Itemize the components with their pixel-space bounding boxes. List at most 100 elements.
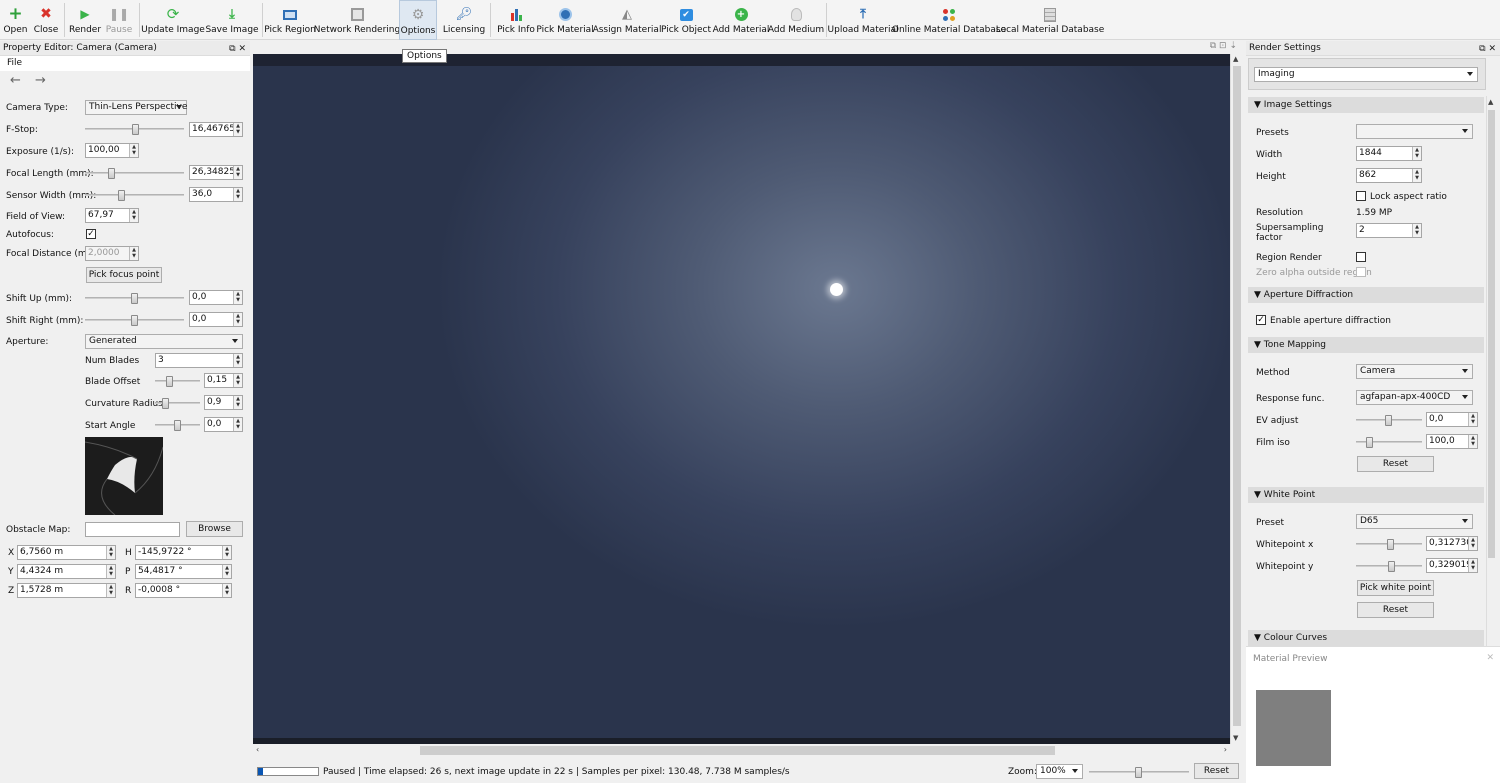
enable-diffraction-checkbox[interactable]: ✓ [1256,315,1266,325]
viewport-dock-controls[interactable]: ⧉ ⊡ ⇣ [1210,41,1237,51]
fstop-slider[interactable] [85,124,184,135]
sensor-width-field[interactable]: 36,0 ▲ ▼ [189,187,243,202]
curvature-radius-field[interactable]: 0,9 ▲ ▼ [204,395,243,410]
height-field[interactable]: 862 ▲ ▼ [1356,168,1422,183]
shift-right-field[interactable]: 0,0 ▲ ▼ [189,312,243,327]
tone-mapping-header[interactable]: ▼ Tone Mapping [1248,337,1484,353]
settings-mode-select[interactable]: Imaging [1254,67,1478,82]
object-icon: ✔ [678,6,695,23]
open-button[interactable]: + Open [3,0,28,40]
focal-distance-field[interactable]: 2,0000 ▲ ▼ [85,246,139,261]
refresh-icon: ⟳ [166,5,180,23]
presets-select[interactable] [1356,124,1473,139]
shift-up-slider[interactable] [85,293,184,304]
start-angle-label: Start Angle [85,421,136,431]
focal-length-field[interactable]: 26,348250 ▲ ▼ [189,165,243,180]
settings-scrollbar[interactable]: ▲ [1486,96,1496,646]
viewport-horizontal-scrollbar[interactable]: ‹ › [253,744,1230,757]
white-preset-select[interactable]: D65 [1356,514,1473,529]
upload-material-button[interactable]: ⤒ Upload Material [828,0,899,40]
obstacle-map-field[interactable] [85,522,180,537]
panel-controls[interactable]: ⧉ ✕ [1479,42,1496,56]
forward-arrow-icon[interactable]: → [35,73,46,88]
aperture-diffraction-header[interactable]: ▼ Aperture Diffraction [1248,287,1484,303]
fov-field[interactable]: 67,97 ▲ ▼ [85,208,139,223]
render-button[interactable]: ▶ Render [69,0,101,40]
fstop-field[interactable]: 16,467656 ▲ ▼ [189,122,243,137]
options-button[interactable]: ⚙ Options [399,0,437,40]
colour-curves-header[interactable]: ▼ Colour Curves [1248,630,1484,646]
pause-button[interactable]: ❚❚ Pause [104,0,134,40]
region-render-checkbox[interactable] [1356,252,1366,262]
pick-object-button[interactable]: ✔ Pick Object [661,0,711,40]
close-button[interactable]: ✖ Close [33,0,59,40]
r-field[interactable]: -0,0008 ° ▲ ▼ [135,583,232,598]
tone-reset-button[interactable]: Reset [1357,456,1434,472]
start-angle-slider[interactable] [155,420,200,431]
whitepoint-x-slider[interactable] [1356,539,1422,550]
panel-controls[interactable]: ⧉ ✕ [229,42,246,56]
blade-offset-field[interactable]: 0,15 ▲ ▼ [204,373,243,388]
x-field[interactable]: 6,7560 m ▲ ▼ [17,545,116,560]
ev-adjust-field[interactable]: 0,0 ▲ ▼ [1426,412,1478,427]
exposure-field[interactable]: 100,00 ▲ ▼ [85,143,139,158]
y-field[interactable]: 4,4324 m ▲ ▼ [17,564,116,579]
lock-aspect-checkbox[interactable] [1356,191,1366,201]
curvature-radius-label: Curvature Radius [85,399,163,409]
viewport-vertical-scrollbar[interactable]: ▲ ▼ [1230,54,1243,744]
pick-material-button[interactable]: Pick Material [536,0,594,40]
aperture-select[interactable]: Generated [85,334,243,349]
zero-alpha-checkbox[interactable] [1356,267,1366,277]
whitepoint-y-field[interactable]: 0,329019 ▲ ▼ [1426,558,1478,573]
shift-up-field[interactable]: 0,0 ▲ ▼ [189,290,243,305]
film-iso-slider[interactable] [1356,437,1422,448]
image-settings-header[interactable]: ▼ Image Settings [1248,97,1484,113]
zoom-reset-button[interactable]: Reset [1194,763,1239,779]
sensor-width-slider[interactable] [85,190,184,201]
save-image-button[interactable]: ⤓ Save Image [205,0,258,40]
start-angle-field[interactable]: 0,0 ▲ ▼ [204,417,243,432]
camera-type-select[interactable]: Thin-Lens Perspective [85,100,187,115]
zoom-slider[interactable] [1089,767,1189,778]
white-reset-button[interactable]: Reset [1357,602,1434,618]
menu-file[interactable]: File [7,58,22,68]
num-blades-field[interactable]: 3 ▲ ▼ [155,353,243,368]
supersampling-field[interactable]: 2 ▲ ▼ [1356,223,1422,238]
shift-right-slider[interactable] [85,315,184,326]
online-material-database-button[interactable]: Online Material Database [892,0,1006,40]
white-point-header[interactable]: ▼ White Point [1248,487,1484,503]
paint-bucket-icon: ◭ [622,7,632,22]
p-field[interactable]: 54,4817 ° ▲ ▼ [135,564,232,579]
network-rendering-button[interactable]: Network Rendering [314,0,400,40]
autofocus-checkbox[interactable]: ✓ [86,229,96,239]
add-material-button[interactable]: + Add Material [713,0,769,40]
whitepoint-x-field[interactable]: 0,312730 ▲ ▼ [1426,536,1478,551]
local-material-database-button[interactable]: Local Material Database [996,0,1104,40]
h-field[interactable]: -145,9722 ° ▲ ▼ [135,545,232,560]
licensing-button[interactable]: 🔑︎ Licensing [443,0,485,40]
pick-info-button[interactable]: Pick Info [496,0,536,40]
curvature-radius-slider[interactable] [155,398,200,409]
zoom-select[interactable]: 100% [1036,764,1083,779]
ev-adjust-slider[interactable] [1356,415,1422,426]
width-field[interactable]: 1844 ▲ ▼ [1356,146,1422,161]
pick-white-point-button[interactable]: Pick white point [1357,580,1434,596]
method-select[interactable]: Camera [1356,364,1473,379]
pick-focus-point-button[interactable]: Pick focus point [86,267,162,283]
back-arrow-icon[interactable]: ← [10,73,21,88]
focal-length-slider[interactable] [85,168,184,179]
method-label: Method [1256,368,1290,378]
add-medium-button[interactable]: Add Medium [768,0,824,40]
browse-button[interactable]: Browse [186,521,243,537]
update-image-button[interactable]: ⟳ Update Image [141,0,205,40]
pick-region-button[interactable]: Pick Region [264,0,316,40]
blade-offset-slider[interactable] [155,376,200,387]
film-iso-label: Film iso [1256,438,1290,448]
film-iso-field[interactable]: 100,0 ▲ ▼ [1426,434,1478,449]
whitepoint-y-slider[interactable] [1356,561,1422,572]
z-field[interactable]: 1,5728 m ▲ ▼ [17,583,116,598]
material-preview-close-icon[interactable]: ✕ [1486,653,1494,663]
response-select[interactable]: agfapan-apx-400CD [1356,390,1473,405]
render-viewport[interactable] [253,54,1230,740]
assign-material-button[interactable]: ◭ Assign Material [593,0,662,40]
